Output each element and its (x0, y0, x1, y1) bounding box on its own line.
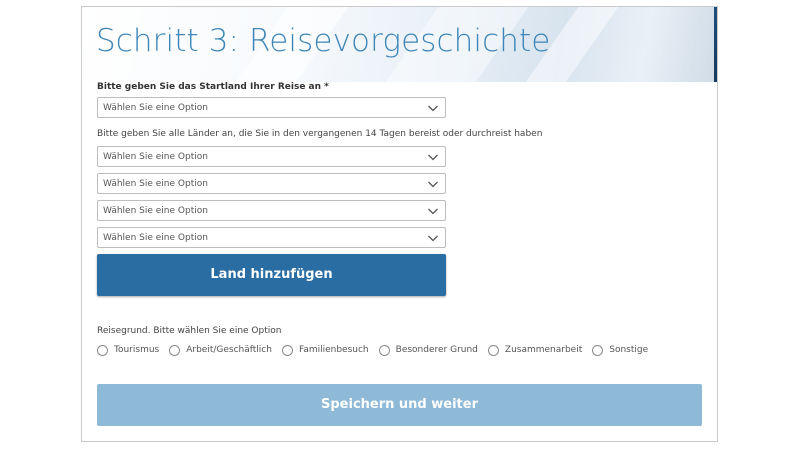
radio-label: Sonstige (609, 345, 649, 355)
radio-arbeit-geschaeftlich[interactable]: Arbeit/Geschäftlich (169, 344, 272, 356)
chevron-down-icon (428, 154, 438, 161)
chevron-down-icon (428, 208, 438, 215)
radio-tourismus[interactable]: Tourismus (97, 344, 160, 356)
radio-sonstige[interactable]: Sonstige (592, 344, 649, 356)
radio-label: Zusammenarbeit (504, 345, 583, 355)
visited-countries-label: Bitte geben Sie alle Länder an, die Sie … (97, 129, 543, 139)
add-country-button[interactable]: Land hinzufügen (97, 254, 446, 296)
radio-circle[interactable] (592, 344, 604, 356)
travel-reason-label: Reisegrund. Bitte wählen Sie eine Option (97, 326, 282, 336)
radio-label: Tourismus (114, 345, 160, 355)
radio-besonderer-grund[interactable]: Besonderer Grund (378, 344, 478, 356)
select-value: Wählen Sie eine Option (103, 206, 208, 216)
radio-circle[interactable] (378, 344, 390, 356)
chevron-down-icon (428, 105, 438, 112)
start-country-label: Bitte geben Sie das Startland Ihrer Reis… (97, 82, 329, 92)
visited-country-select-1[interactable]: Wählen Sie eine Option (97, 146, 446, 167)
radio-zusammenarbeit[interactable]: Zusammenarbeit (487, 344, 583, 356)
radio-label: Arbeit/Geschäftlich (186, 345, 272, 355)
radio-label: Besonderer Grund (395, 345, 478, 355)
form-panel: Schritt 3: Reisevorgeschichte Bitte gebe… (81, 6, 718, 442)
chevron-down-icon (428, 181, 438, 188)
chevron-down-icon (428, 235, 438, 242)
radio-label: Familienbesuch (298, 345, 369, 355)
select-value: Wählen Sie eine Option (103, 179, 208, 189)
travel-reason-radio-group: Tourismus Arbeit/Geschäftlich Familienbe… (97, 343, 658, 357)
save-and-continue-button[interactable]: Speichern und weiter (97, 384, 702, 426)
radio-circle[interactable] (487, 344, 499, 356)
page-title: Schritt 3: Reisevorgeschichte (96, 23, 551, 59)
select-value: Wählen Sie eine Option (103, 152, 208, 162)
radio-circle[interactable] (169, 344, 181, 356)
visited-country-select-2[interactable]: Wählen Sie eine Option (97, 173, 446, 194)
select-value: Wählen Sie eine Option (103, 233, 208, 243)
radio-circle[interactable] (97, 344, 108, 356)
select-value: Wählen Sie eine Option (103, 103, 208, 113)
radio-circle[interactable] (281, 344, 293, 356)
radio-familienbesuch[interactable]: Familienbesuch (281, 344, 369, 356)
visited-country-select-3[interactable]: Wählen Sie eine Option (97, 200, 446, 221)
start-country-select[interactable]: Wählen Sie eine Option (97, 97, 446, 118)
header-banner: Schritt 3: Reisevorgeschichte (82, 7, 717, 82)
visited-country-select-4[interactable]: Wählen Sie eine Option (97, 227, 446, 248)
banner-edge (714, 7, 717, 82)
